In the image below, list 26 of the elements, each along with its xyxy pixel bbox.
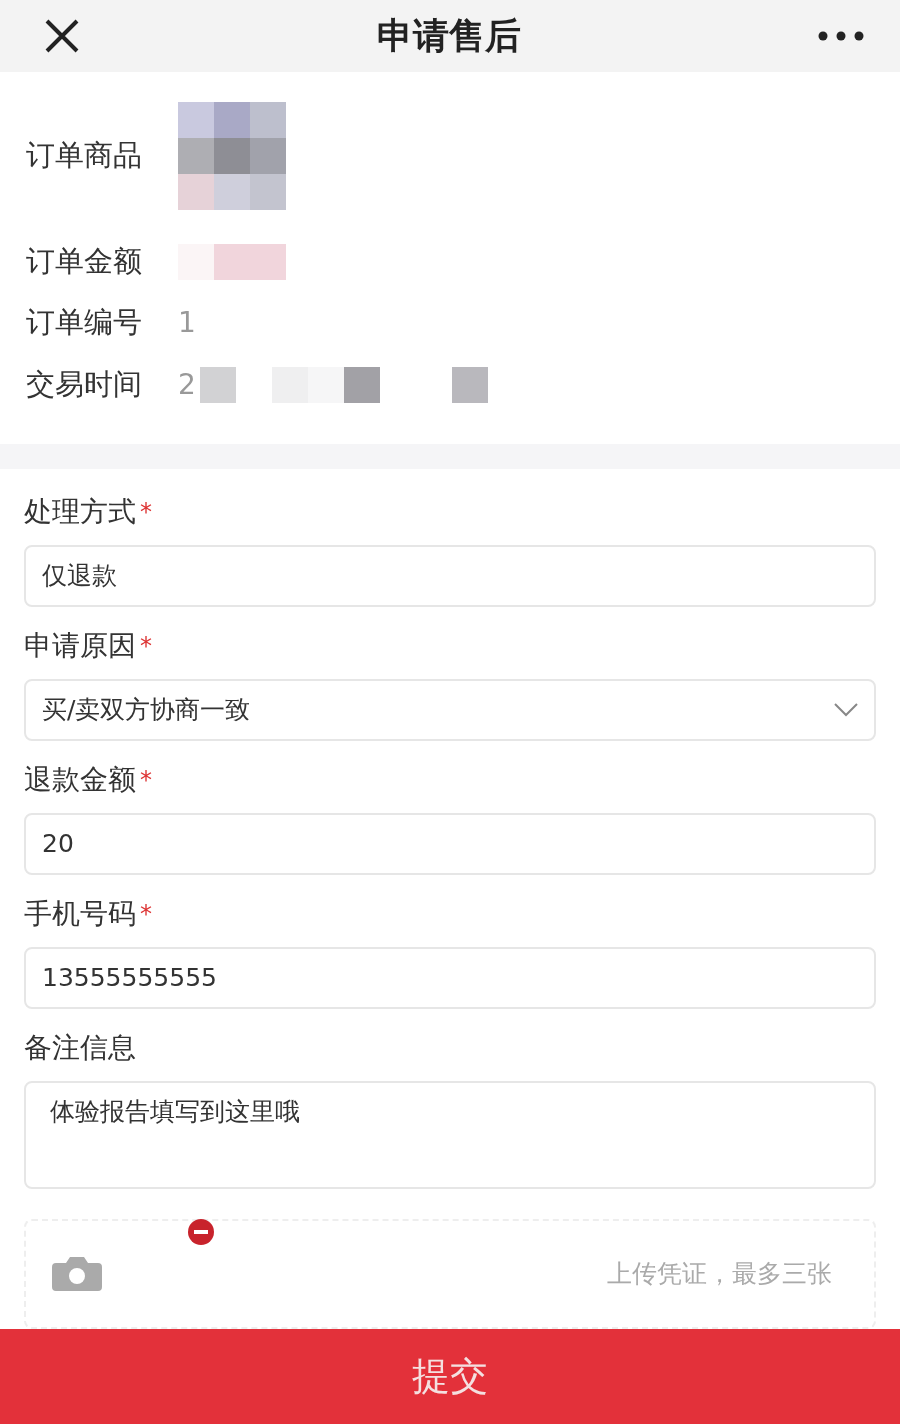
required-mark: * — [140, 898, 152, 930]
input-field[interactable]: 20 — [24, 812, 876, 875]
field-label: 申请原因 — [24, 627, 136, 664]
field-label: 订单商品 — [26, 137, 143, 175]
input-field[interactable]: 13555555555 — [24, 946, 876, 1009]
field-label: 备注信息 — [24, 1029, 136, 1066]
required-mark: * — [140, 764, 152, 796]
page-title: 申请售后 — [377, 13, 521, 58]
required-mark: * — [140, 630, 152, 662]
more-icon[interactable] — [818, 30, 864, 41]
partial-value: 1 — [178, 305, 196, 342]
field-label: 交易时间 — [26, 365, 143, 403]
input-field[interactable]: 仅退款 — [24, 544, 876, 607]
field-label: 退款金额 — [24, 761, 136, 798]
partial-value: 2 — [178, 366, 196, 403]
field-label: 订单编号 — [26, 304, 143, 342]
required-mark: * — [140, 496, 152, 528]
reason-dropdown[interactable]: 买/卖双方协商一致 — [24, 678, 876, 741]
field-label: 手机号码 — [24, 895, 136, 932]
close-icon[interactable] — [44, 17, 80, 54]
field-label: 订单金额 — [26, 242, 143, 280]
remove-icon[interactable] — [188, 1218, 214, 1245]
notes-field[interactable]: 体验报告填写到这里哦 — [24, 1080, 876, 1189]
upload-hint: 上传凭证，最多三张 — [607, 1258, 832, 1291]
field-label: 处理方式 — [24, 493, 136, 530]
chevron-down-icon — [834, 702, 858, 717]
